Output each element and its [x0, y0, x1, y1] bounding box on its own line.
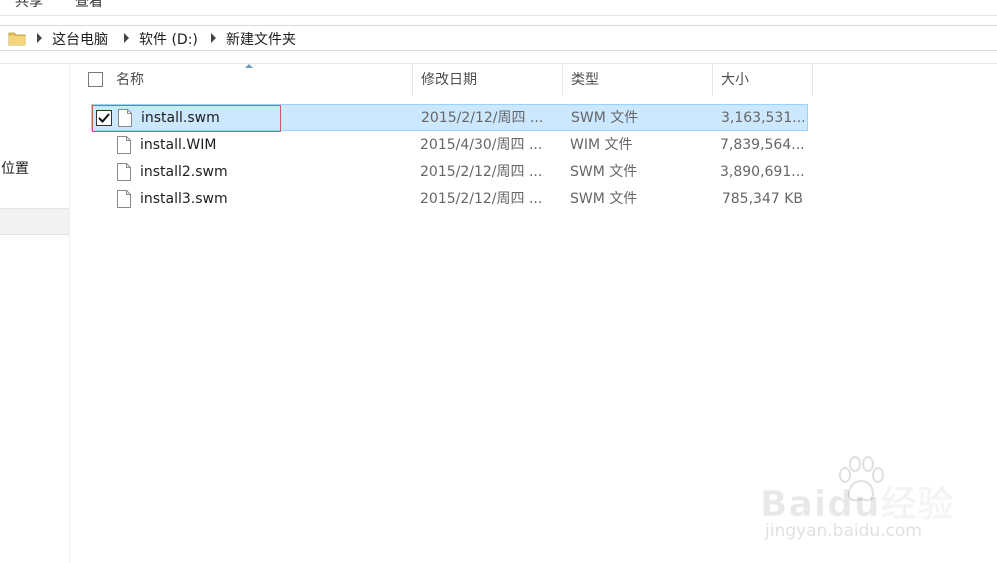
file-type: SWM 文件 — [571, 110, 639, 126]
file-size: 785,347 KB — [721, 191, 803, 207]
file-icon — [117, 163, 131, 181]
folder-icon — [8, 32, 26, 46]
file-date: 2015/2/12/周四 ... — [420, 164, 543, 180]
checkbox-checked-icon — [98, 113, 110, 123]
column-header-date[interactable]: 修改日期 — [413, 64, 563, 96]
column-header-type[interactable]: 类型 — [563, 64, 713, 96]
file-date: 2015/4/30/周四 ... — [420, 137, 543, 153]
breadcrumb-new-folder[interactable]: 新建文件夹 — [226, 29, 296, 49]
chevron-right-icon[interactable] — [37, 33, 42, 43]
watermark-brand: Baidu经验 — [759, 484, 955, 526]
column-header-size[interactable]: 大小 — [713, 64, 813, 96]
file-date: 2015/2/12/周四 ... — [421, 110, 544, 126]
tab-view[interactable]: 查看 — [75, 0, 103, 11]
file-name[interactable]: install.swm — [141, 105, 321, 132]
file-name[interactable]: install.WIM — [140, 132, 320, 159]
column-header-name[interactable]: 名称 — [108, 64, 413, 96]
file-icon — [118, 109, 132, 127]
tab-share[interactable]: 共享 — [15, 0, 43, 11]
file-date: 2015/2/12/周四 ... — [420, 191, 543, 207]
file-row[interactable]: install3.swm 2015/2/12/周四 ... SWM 文件 785… — [91, 186, 808, 213]
file-icon — [117, 136, 131, 154]
chevron-right-icon[interactable] — [124, 33, 129, 43]
file-icon — [117, 190, 131, 208]
nav-item-location[interactable]: 的位置 — [0, 158, 29, 178]
watermark-url: jingyan.baidu.com — [765, 521, 922, 541]
file-size: 3,890,691... — [720, 164, 804, 180]
baidu-watermark: Baidu经验 jingyan.baidu.com — [759, 455, 990, 545]
chevron-right-icon[interactable] — [211, 33, 216, 43]
column-header-row: 名称 修改日期 类型 大小 — [78, 64, 814, 96]
file-name[interactable]: install2.swm — [140, 159, 320, 186]
navigation-pane: 的位置 — [0, 63, 70, 563]
file-size: 7,839,564... — [720, 137, 804, 153]
select-all-checkbox[interactable] — [88, 72, 103, 87]
file-type: WIM 文件 — [570, 137, 633, 153]
file-type: SWM 文件 — [570, 191, 638, 207]
file-size: 3,163,531... — [721, 110, 805, 126]
file-row[interactable]: install.swm 2015/2/12/周四 ... SWM 文件 3,16… — [91, 104, 808, 132]
file-row[interactable]: install2.swm 2015/2/12/周四 ... SWM 文件 3,8… — [91, 159, 808, 186]
file-row[interactable]: install.WIM 2015/4/30/周四 ... WIM 文件 7,83… — [91, 132, 808, 159]
file-type: SWM 文件 — [570, 164, 638, 180]
file-name[interactable]: install3.swm — [140, 186, 320, 213]
ribbon-tabs: 共享 查看 — [0, 0, 997, 16]
nav-item-selected[interactable] — [0, 208, 69, 235]
breadcrumb-this-pc[interactable]: 这台电脑 — [52, 29, 108, 49]
breadcrumb-drive-d[interactable]: 软件 (D:) — [139, 29, 198, 49]
row-checkbox[interactable] — [96, 110, 112, 126]
address-bar[interactable]: 这台电脑 软件 (D:) 新建文件夹 — [0, 25, 997, 51]
